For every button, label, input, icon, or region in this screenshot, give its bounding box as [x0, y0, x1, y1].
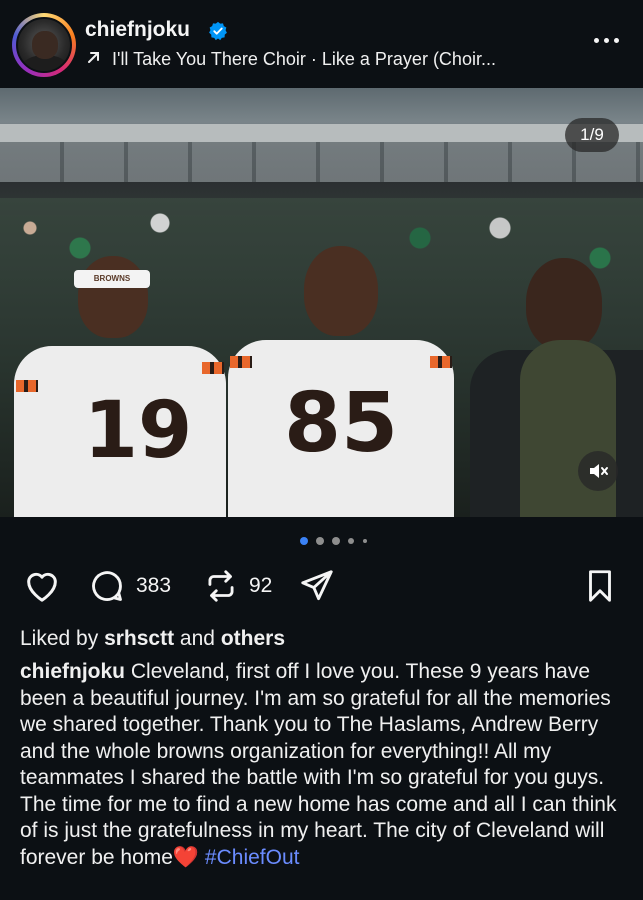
carousel-dot: [348, 538, 354, 544]
comments-count[interactable]: 383: [136, 574, 171, 598]
coach-head: [526, 258, 602, 350]
liked-by-others[interactable]: others: [221, 627, 285, 650]
caption-text: Cleveland, first off I love you. These 9…: [20, 660, 617, 869]
avatar[interactable]: [16, 17, 72, 73]
player-center-head: [304, 246, 378, 336]
post-header: chiefnjoku I'll Take You There Choir · L…: [0, 0, 643, 88]
carousel-indicator: [300, 537, 380, 547]
slide-counter: 1/9: [565, 118, 619, 152]
liked-by-line[interactable]: Liked by srhsctt and others: [20, 627, 285, 651]
carousel-dot: [363, 539, 367, 543]
jersey-number-19: 19: [83, 386, 193, 476]
carousel-dot: [332, 537, 340, 545]
verified-badge-icon: [209, 21, 227, 41]
post-username[interactable]: chiefnjoku: [85, 18, 190, 42]
action-bar: 383 92: [0, 560, 643, 610]
headband: BROWNS: [74, 270, 150, 288]
post-caption: chiefnjoku Cleveland, first off I love y…: [20, 659, 630, 871]
liked-by-user[interactable]: srhsctt: [104, 627, 174, 650]
more-options-icon[interactable]: [594, 35, 620, 47]
post-photo[interactable]: BROWNS 19 85 1/9: [0, 88, 643, 517]
bookmark-icon[interactable]: [581, 567, 619, 605]
player-left-jersey: 19: [14, 346, 226, 517]
heart-outline-icon[interactable]: [22, 566, 62, 606]
arrow-up-right-icon: [88, 52, 99, 63]
stadium-roof: [0, 124, 643, 142]
story-ring[interactable]: [12, 13, 76, 77]
player-center-jersey: 85: [228, 340, 454, 517]
reposts-count[interactable]: 92: [249, 574, 272, 598]
hashtag-link[interactable]: #ChiefOut: [205, 846, 300, 869]
carousel-dot: [316, 537, 324, 545]
repost-icon[interactable]: [202, 567, 240, 605]
player-left-head: [78, 256, 148, 338]
heart-emoji: ❤️: [172, 845, 200, 869]
comment-icon[interactable]: [88, 567, 126, 605]
caption-username[interactable]: chiefnjoku: [20, 660, 125, 683]
send-icon[interactable]: [298, 567, 336, 605]
jersey-number-85: 85: [283, 376, 399, 471]
carousel-dot-active: [300, 537, 308, 545]
audio-attribution[interactable]: I'll Take You There Choir · Like a Praye…: [86, 49, 496, 70]
audio-title: I'll Take You There Choir · Like a Praye…: [112, 49, 496, 69]
speaker-muted-icon[interactable]: [578, 451, 618, 491]
